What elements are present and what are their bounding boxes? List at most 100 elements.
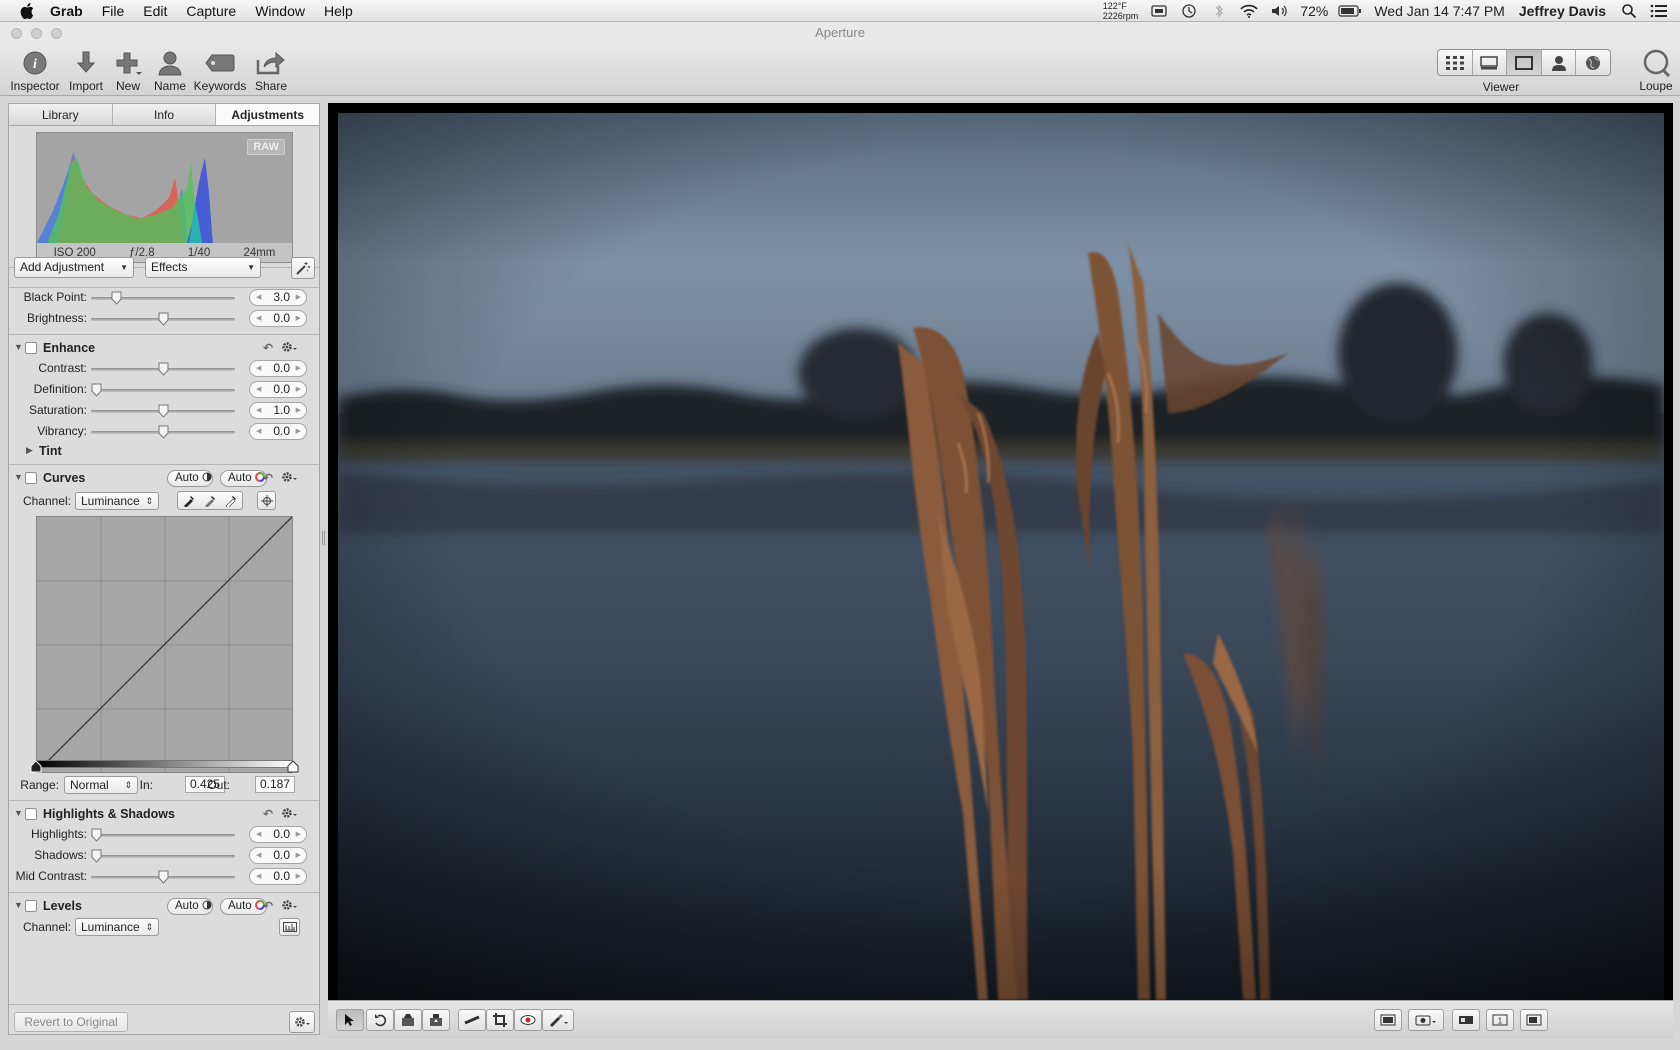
shadows-slider[interactable] [91, 849, 235, 863]
levels-channel-select[interactable]: Luminance ⇕ [75, 918, 159, 936]
levels-options-button[interactable] [279, 918, 300, 936]
highlights-slider[interactable] [91, 828, 235, 842]
splitter-grip-icon[interactable] [322, 531, 325, 545]
show-original-button[interactable] [1452, 1009, 1480, 1031]
slider-knob[interactable] [91, 849, 102, 863]
stamp-tool-button[interactable] [422, 1009, 450, 1031]
spotlight-search-icon[interactable] [1620, 3, 1638, 19]
decrement-arrow-icon[interactable]: ◀ [256, 311, 261, 326]
levels-auto-luminance-button[interactable]: Auto [167, 898, 213, 915]
disclosure-triangle-icon[interactable]: ▶ [26, 445, 33, 456]
levels-auto-rgb-button[interactable]: Auto [220, 898, 267, 915]
shadows-value[interactable]: ◀ 0.0 ▶ [249, 847, 307, 864]
auto-rgb-button[interactable]: Auto [220, 470, 267, 487]
white-point-handle[interactable] [287, 761, 299, 773]
panel-splitter[interactable] [320, 103, 328, 1035]
contrast-slider[interactable] [91, 362, 235, 376]
increment-arrow-icon[interactable]: ▶ [296, 311, 301, 326]
white-eyedropper-icon[interactable] [225, 495, 237, 507]
levels-checkbox[interactable] [25, 900, 37, 912]
effects-dropdown[interactable]: Effects ▼ [145, 257, 261, 278]
bluetooth-icon[interactable] [1210, 3, 1228, 19]
tab-info[interactable]: Info [113, 104, 217, 125]
reset-icon[interactable]: ↶ [263, 807, 273, 821]
enhance-checkbox[interactable] [25, 342, 37, 354]
curves-checkbox[interactable] [25, 472, 37, 484]
disclosure-triangle-icon[interactable]: ▼ [14, 342, 23, 352]
primary-only-button[interactable]: 1 [1486, 1009, 1514, 1031]
highlights-shadows-section-header[interactable]: ▼ Highlights & Shadows ↶ [9, 805, 319, 825]
add-adjustment-dropdown[interactable]: Add Adjustment ▼ [14, 257, 134, 278]
decrement-arrow-icon[interactable]: ◀ [256, 424, 261, 439]
tab-library[interactable]: Library [9, 104, 113, 125]
contrast-value[interactable]: ◀ 0.0 ▶ [249, 360, 307, 377]
decrement-arrow-icon[interactable]: ◀ [256, 827, 261, 842]
split-view-button[interactable] [1473, 50, 1508, 75]
crop-tool-button[interactable] [486, 1009, 514, 1031]
straighten-tool-button[interactable] [458, 1009, 486, 1031]
increment-arrow-icon[interactable]: ▶ [296, 827, 301, 842]
slider-knob[interactable] [158, 312, 169, 326]
quick-brush-button[interactable] [291, 257, 315, 279]
slider-knob[interactable] [91, 828, 102, 842]
volume-icon[interactable] [1270, 3, 1288, 19]
brightness-slider[interactable] [91, 312, 235, 326]
keywords-button[interactable]: Keywords [192, 48, 248, 93]
share-button[interactable]: Share [250, 48, 292, 93]
viewer-mode-button[interactable] [1507, 50, 1542, 75]
slider-knob[interactable] [111, 291, 122, 305]
apple-menu-icon[interactable] [18, 2, 36, 20]
curves-section-header[interactable]: ▼ Curves Auto Auto ↶ [9, 469, 319, 489]
mid-contrast-slider[interactable] [91, 870, 235, 884]
gear-icon[interactable] [281, 898, 297, 915]
close-window-button[interactable] [11, 28, 22, 39]
black-point-value[interactable]: ◀ 3.0 ▶ [249, 289, 307, 306]
definition-value[interactable]: ◀ 0.0 ▶ [249, 381, 307, 398]
revert-to-original-button[interactable]: Revert to Original [14, 1012, 128, 1032]
red-eye-tool-button[interactable] [514, 1009, 542, 1031]
black-point-handle[interactable] [30, 761, 42, 773]
increment-arrow-icon[interactable]: ▶ [296, 361, 301, 376]
increment-arrow-icon[interactable]: ▶ [296, 869, 301, 884]
decrement-arrow-icon[interactable]: ◀ [256, 382, 261, 397]
out-value-field[interactable]: 0.187 [255, 776, 295, 793]
increment-arrow-icon[interactable]: ▶ [296, 290, 301, 305]
vibrancy-slider[interactable] [91, 425, 235, 439]
brightness-value[interactable]: ◀ 0.0 ▶ [249, 310, 307, 327]
levels-section-header[interactable]: ▼ Levels Auto Auto ↶ [9, 897, 319, 917]
faces-button[interactable] [1542, 50, 1577, 75]
disclosure-triangle-icon[interactable]: ▼ [14, 472, 23, 482]
display-icon[interactable] [1150, 3, 1168, 19]
decrement-arrow-icon[interactable]: ◀ [256, 361, 261, 376]
lift-tool-button[interactable] [394, 1009, 422, 1031]
zoom-window-button[interactable] [51, 28, 62, 39]
menu-help[interactable]: Help [324, 3, 353, 19]
browser-mode-button[interactable] [1438, 50, 1473, 75]
menu-window[interactable]: Window [255, 3, 305, 19]
increment-arrow-icon[interactable]: ▶ [296, 424, 301, 439]
show-filmstrip-button[interactable] [1374, 1009, 1402, 1031]
inspector-button[interactable]: i Inspector [8, 48, 62, 93]
add-point-button[interactable] [257, 491, 276, 510]
decrement-arrow-icon[interactable]: ◀ [256, 290, 261, 305]
enhance-section-header[interactable]: ▼ Enhance ↶ [9, 339, 319, 359]
clock[interactable]: Wed Jan 14 7:47 PM [1374, 3, 1504, 19]
menu-file[interactable]: File [102, 3, 125, 19]
menu-app[interactable]: Grab [50, 3, 83, 19]
reset-icon[interactable]: ↶ [263, 341, 273, 355]
increment-arrow-icon[interactable]: ▶ [296, 382, 301, 397]
time-machine-icon[interactable] [1180, 3, 1198, 19]
wifi-icon[interactable] [1240, 3, 1258, 19]
decrement-arrow-icon[interactable]: ◀ [256, 869, 261, 884]
minimize-window-button[interactable] [31, 28, 42, 39]
rotate-tool-button[interactable] [366, 1009, 394, 1031]
photo[interactable] [338, 113, 1664, 1000]
slider-knob[interactable] [91, 383, 102, 397]
inspector-options-button[interactable] [289, 1011, 315, 1033]
reset-icon[interactable]: ↶ [263, 471, 273, 485]
battery-icon[interactable] [1338, 3, 1362, 19]
decrement-arrow-icon[interactable]: ◀ [256, 403, 261, 418]
tint-subsection[interactable]: ▶ Tint [9, 442, 319, 462]
highlights-shadows-checkbox[interactable] [25, 808, 37, 820]
slider-knob[interactable] [158, 362, 169, 376]
